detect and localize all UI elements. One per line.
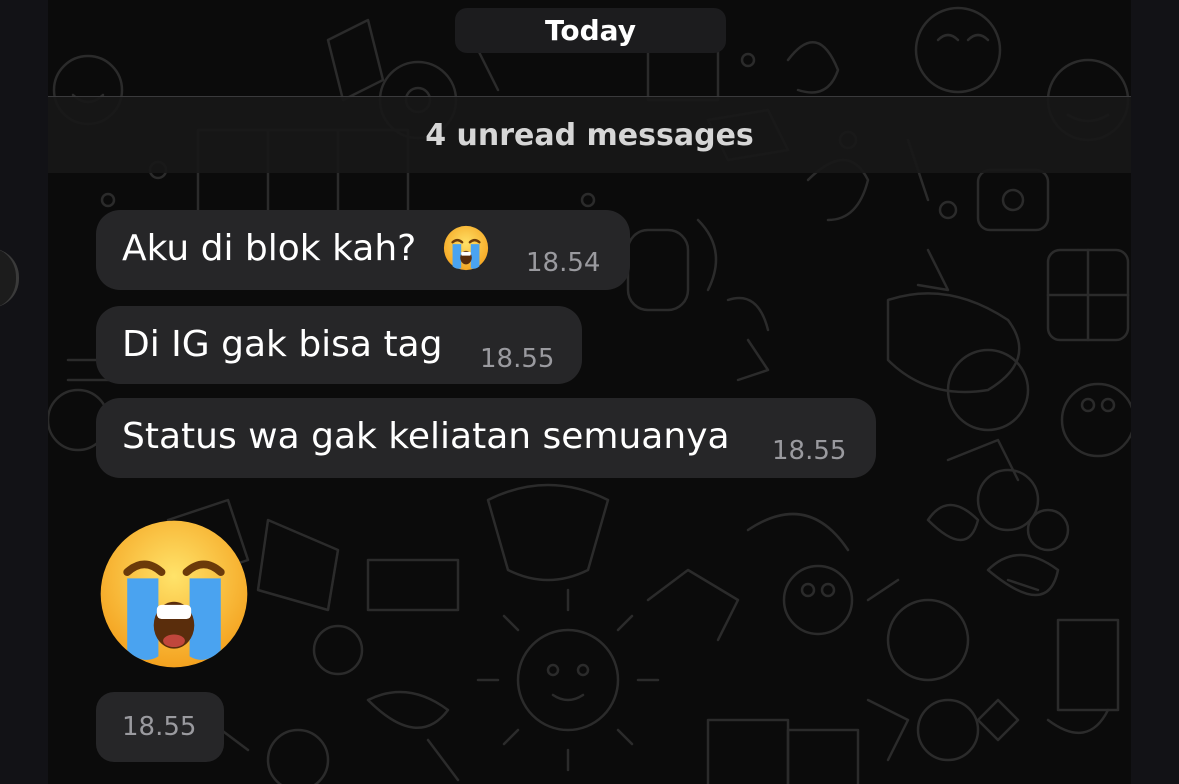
loudly-crying-face-icon (443, 225, 489, 271)
avatar[interactable] (0, 248, 19, 308)
message-timestamp: 18.55 (480, 344, 555, 374)
sticker-timestamp-pill: 18.55 (96, 692, 224, 762)
message-text: Aku di blok kah? (122, 228, 417, 269)
loudly-crying-face-icon[interactable] (96, 516, 252, 672)
unread-messages-banner: 4 unread messages (48, 96, 1131, 173)
message-timestamp: 18.55 (122, 712, 197, 742)
message-bubble[interactable]: Di IG gak bisa tag 18.55 (96, 306, 582, 384)
message-text: Status wa gak keliatan semuanya (122, 416, 730, 457)
message-timestamp: 18.54 (526, 248, 601, 278)
message-bubble[interactable]: Status wa gak keliatan semuanya 18.55 (96, 398, 876, 478)
message-bubble[interactable]: Aku di blok kah? 18.54 (96, 210, 630, 290)
date-separator: Today (455, 8, 726, 53)
unread-messages-label: 4 unread messages (425, 117, 754, 153)
message-timestamp: 18.55 (772, 436, 847, 466)
message-text: Di IG gak bisa tag (122, 324, 443, 365)
